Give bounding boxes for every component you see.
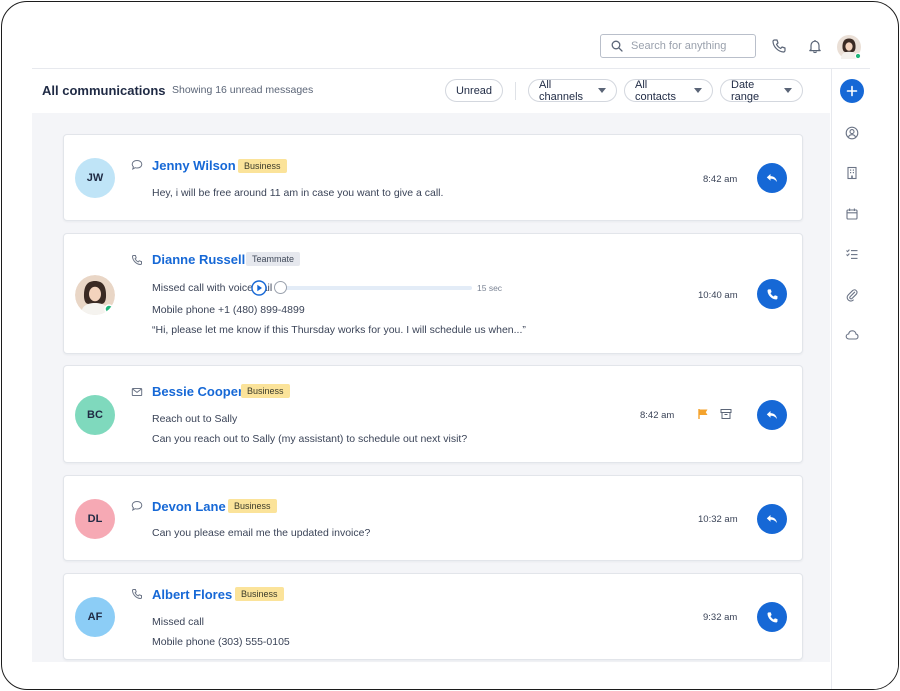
voicemail-progress-handle[interactable] (274, 281, 287, 294)
message-time: 10:32 am (698, 514, 738, 525)
chevron-down-icon (694, 88, 702, 93)
toolbar: All communications Showing 16 unread mes… (32, 69, 830, 113)
voicemail-progress-track[interactable] (279, 286, 472, 290)
phone-number: Mobile phone (303) 555-0105 (152, 636, 290, 648)
contact-name[interactable]: Albert Flores (152, 587, 232, 602)
contacts-dropdown[interactable]: All contacts (624, 78, 713, 103)
flag-icon[interactable] (697, 408, 709, 420)
voicemail-duration: 15 sec (477, 283, 503, 293)
chat-bubble-icon (131, 500, 143, 511)
phone-icon (131, 589, 142, 600)
play-voicemail-button[interactable] (251, 280, 267, 296)
message-card[interactable]: JW Jenny Wilson Business Hey, i will be … (63, 134, 803, 221)
avatar: DL (75, 499, 115, 539)
reply-button[interactable] (757, 504, 787, 534)
contact-tag: Business (238, 159, 287, 173)
avatar (75, 275, 115, 315)
user-circle-icon[interactable] (845, 126, 859, 140)
message-time: 8:42 am (640, 410, 675, 421)
toolbar-divider (515, 82, 516, 100)
avatar: BC (75, 395, 115, 435)
chevron-down-icon (598, 88, 606, 93)
message-text: Can you reach out to Sally (my assistant… (152, 433, 468, 445)
right-sidebar (831, 69, 898, 689)
channels-dropdown-label: All channels (539, 78, 584, 103)
message-card[interactable]: AF Albert Flores Business Missed call Mo… (63, 573, 803, 660)
message-time: 8:42 am (703, 174, 738, 185)
message-time: 9:32 am (703, 612, 738, 623)
reply-icon (766, 515, 777, 523)
call-status: Missed call (152, 616, 204, 628)
reply-icon (766, 411, 777, 419)
app-window: All communications Showing 16 unread mes… (1, 1, 899, 690)
contact-tag: Business (241, 384, 290, 398)
checklist-icon[interactable] (845, 247, 859, 261)
chat-bubble-icon (131, 159, 143, 170)
chevron-down-icon (784, 88, 792, 93)
email-subject: Reach out to Sally (152, 413, 238, 425)
message-card[interactable]: DL Devon Lane Business Can you please em… (63, 475, 803, 561)
contact-name[interactable]: Bessie Cooper (152, 384, 243, 399)
contact-name[interactable]: Devon Lane (152, 499, 226, 514)
phone-icon (767, 611, 777, 622)
message-card[interactable]: Dianne Russell Teammate Missed call with… (63, 233, 803, 354)
call-button[interactable] (757, 602, 787, 632)
contact-name[interactable]: Jenny Wilson (152, 158, 236, 173)
unread-count-text: Showing 16 unread messages (172, 84, 314, 96)
user-avatar[interactable] (837, 35, 861, 59)
avatar: JW (75, 158, 115, 198)
date-range-dropdown-label: Date range (731, 78, 760, 103)
unread-filter-label: Unread (455, 84, 493, 97)
reply-button[interactable] (757, 400, 787, 430)
building-icon[interactable] (845, 166, 859, 180)
contact-tag: Teammate (246, 252, 301, 266)
search-icon (611, 40, 623, 52)
contact-tag: Business (228, 499, 277, 513)
date-range-dropdown[interactable]: Date range (720, 78, 803, 103)
message-text: Hey, i will be free around 11 am in case… (152, 187, 444, 199)
reply-button[interactable] (757, 163, 787, 193)
channels-dropdown[interactable]: All channels (528, 78, 617, 103)
add-button[interactable] (840, 79, 864, 103)
archive-icon[interactable] (720, 408, 732, 420)
message-list: JW Jenny Wilson Business Hey, i will be … (32, 113, 830, 662)
message-text: Can you please email me the updated invo… (152, 527, 371, 539)
call-button[interactable] (757, 279, 787, 309)
phone-icon (131, 255, 142, 266)
phone-number: Mobile phone +1 (480) 899-4899 (152, 304, 305, 316)
contact-name[interactable]: Dianne Russell (152, 252, 245, 267)
page-title: All communications (42, 83, 166, 98)
contacts-dropdown-label: All contacts (635, 78, 676, 103)
top-bar (2, 2, 898, 68)
search-input[interactable] (631, 40, 743, 52)
phone-icon[interactable] (771, 38, 787, 54)
message-time: 10:40 am (698, 290, 738, 301)
plus-icon (846, 85, 858, 97)
message-card[interactable]: BC Bessie Cooper Business Reach out to S… (63, 365, 803, 463)
search-box[interactable] (600, 34, 756, 58)
bell-icon[interactable] (807, 38, 823, 54)
calendar-icon[interactable] (845, 207, 859, 221)
envelope-icon (131, 388, 143, 396)
unread-filter-button[interactable]: Unread (445, 79, 503, 102)
contact-tag: Business (235, 587, 284, 601)
avatar: AF (75, 597, 115, 637)
voicemail-transcript: “Hi, please let me know if this Thursday… (152, 324, 526, 336)
paperclip-icon[interactable] (845, 288, 859, 302)
phone-icon (767, 288, 777, 299)
reply-icon (766, 174, 777, 182)
cloud-icon[interactable] (845, 328, 859, 342)
